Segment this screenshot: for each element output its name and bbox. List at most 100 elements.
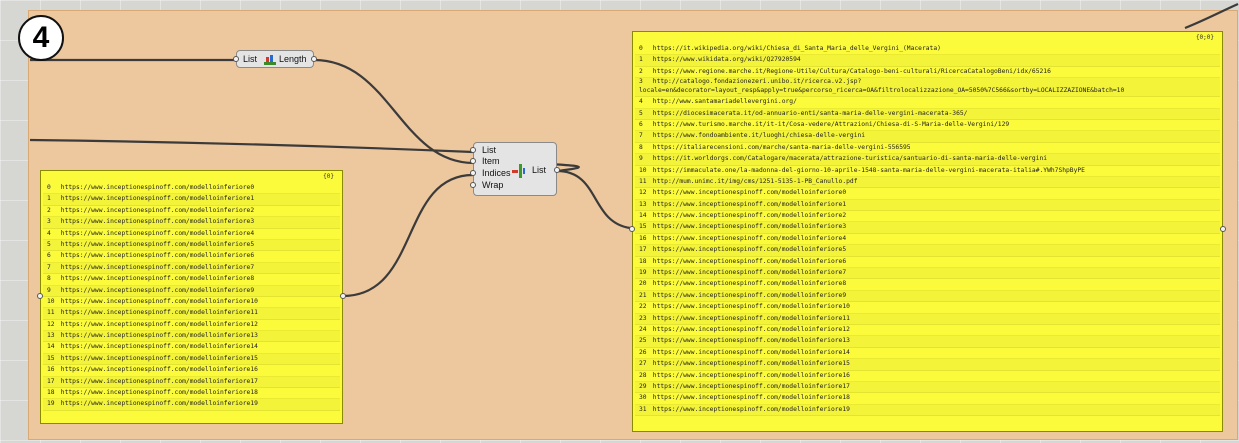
row-text: https://www.inceptionespinoff.com/modell… [652, 394, 850, 402]
row-text: https://www.inceptionespinoff.com/modell… [652, 246, 847, 254]
row-text: https://www.inceptionespinoff.com/modell… [60, 400, 258, 408]
row-text: https://www.inceptionespinoff.com/modell… [60, 184, 255, 191]
panel-row: 14 https://www.inceptionespinoff.com/mod… [635, 211, 1220, 223]
panel-row: 3 http://catalogo.fondazionezeri.unibo.i… [635, 78, 1220, 98]
row-text: https://www.inceptionespinoff.com/modell… [652, 223, 847, 231]
row-index: 16 [47, 366, 55, 374]
row-text: https://www.inceptionespinoff.com/modell… [60, 286, 255, 294]
panel-row: 21 https://www.inceptionespinoff.com/mod… [635, 290, 1220, 303]
list-length-component[interactable]: List Length [233, 50, 317, 68]
row-index: 18 [639, 257, 647, 265]
panel-row: 16 https://www.inceptionespinoff.com/mod… [43, 365, 340, 377]
list-item-output-port[interactable] [554, 167, 560, 173]
row-text: https://www.inceptionespinoff.com/modell… [60, 275, 255, 283]
panel-row: 31 https://www.inceptionespinoff.com/mod… [635, 404, 1220, 417]
row-text: https://www.inceptionespinoff.com/modell… [60, 195, 255, 203]
row-text: https://www.inceptionespinoff.com/modell… [652, 269, 847, 277]
list-item-component[interactable]: List Item Indices Wrap List [470, 142, 560, 196]
row-text: https://www.inceptionespinoff.com/modell… [652, 348, 850, 356]
row-index: 7 [47, 263, 51, 271]
panel-row: 6 https://www.turismo.marche.it/it-it/Co… [635, 120, 1220, 132]
panel-row: 17 https://www.inceptionespinoff.com/mod… [43, 376, 340, 389]
row-index: 15 [639, 223, 647, 231]
row-index: 20 [639, 280, 647, 288]
list-length-output-port[interactable] [311, 56, 317, 62]
panel-row: 0 https://www.inceptionespinoff.com/mode… [43, 183, 340, 195]
panel-row: 8 https://italiarecensioni.com/marche/sa… [635, 143, 1220, 155]
row-text: https://www.inceptionespinoff.com/modell… [60, 252, 255, 260]
wire-listitem-to-panel [556, 169, 631, 230]
list-item-input-indices-port[interactable] [470, 170, 476, 176]
row-text: https://www.inceptionespinoff.com/modell… [652, 200, 847, 208]
left-panel-rows: 0 https://www.inceptionespinoff.com/mode… [43, 183, 340, 411]
row-index: 8 [47, 275, 51, 283]
panel-row: 28 https://www.inceptionespinoff.com/mod… [635, 371, 1220, 382]
row-text: https://www.inceptionespinoff.com/modell… [60, 332, 258, 340]
left-panel-input-port[interactable] [37, 293, 43, 299]
panel-row: 19 https://www.inceptionespinoff.com/mod… [635, 268, 1220, 280]
list-item-input-wrap-label: Wrap [482, 180, 504, 190]
row-index: 6 [639, 120, 643, 128]
panel-row: 6 https://www.inceptionespinoff.com/mode… [43, 251, 340, 263]
row-text: https://www.inceptionespinoff.com/modell… [652, 337, 850, 345]
right-panel-path: {0;0} [1195, 34, 1214, 41]
right-panel-rows: 0 https://it.wikipedia.org/wiki/Chiesa_d… [635, 44, 1220, 417]
row-index: 1 [47, 195, 51, 203]
row-index: 23 [639, 314, 647, 322]
panel-row: 11 https://www.inceptionespinoff.com/mod… [43, 308, 340, 320]
row-index: 24 [639, 325, 647, 333]
right-panel-input-port[interactable] [629, 226, 635, 232]
row-text: http://www.santamariadellevergini.org/ [652, 98, 797, 106]
list-item-input-item-port[interactable] [470, 158, 476, 164]
row-index: 2 [639, 67, 643, 75]
panel-row: 14 https://www.inceptionespinoff.com/mod… [43, 342, 340, 354]
row-text: https://www.inceptionespinoff.com/modell… [60, 206, 255, 214]
panel-row: 5 https://www.inceptionespinoff.com/mode… [43, 239, 340, 252]
row-text: http://mum.unimc.it/img/cms/1251-5135-1-… [652, 177, 858, 185]
left-panel[interactable]: {0} 0 https://www.inceptionespinoff.com/… [40, 170, 343, 424]
row-index: 10 [47, 297, 55, 305]
row-text: https://www.inceptionespinoff.com/modell… [652, 257, 847, 265]
row-text: https://www.inceptionespinoff.com/modell… [60, 377, 258, 385]
left-panel-output-port[interactable] [340, 293, 346, 299]
panel-row: 2 https://www.regione.marche.it/Regione-… [635, 67, 1220, 79]
row-text: https://www.inceptionespinoff.com/modell… [652, 382, 850, 390]
panel-row: 3 https://www.inceptionespinoff.com/mode… [43, 217, 340, 229]
row-index: 11 [47, 309, 55, 317]
wire-left-to-list [29, 138, 474, 154]
row-text: https://www.inceptionespinoff.com/modell… [60, 366, 258, 374]
wire-panel-to-indices [342, 173, 474, 298]
list-item-output-label: List [532, 165, 547, 175]
row-index: 14 [639, 212, 647, 220]
row-text: https://www.wikidata.org/wiki/Q27920594 [652, 56, 801, 64]
row-index: 17 [47, 377, 55, 385]
panel-row: 4 http://www.santamariadellevergini.org/ [635, 97, 1220, 109]
row-text: https://www.inceptionespinoff.com/modell… [60, 297, 258, 305]
panel-row: 7 https://www.fondoambiente.it/luoghi/ch… [635, 131, 1220, 143]
row-index: 0 [47, 184, 51, 191]
row-index: 6 [47, 252, 51, 260]
row-index: 17 [639, 246, 647, 254]
right-panel-output-port[interactable] [1220, 226, 1226, 232]
row-index: 4 [639, 98, 643, 106]
list-length-input-port[interactable] [233, 56, 239, 62]
panel-row: 13 https://www.inceptionespinoff.com/mod… [635, 199, 1220, 212]
left-panel-path: {0} [323, 173, 334, 180]
panel-row: 29 https://www.inceptionespinoff.com/mod… [635, 381, 1220, 394]
list-item-input-wrap-port[interactable] [470, 182, 476, 188]
row-index: 27 [639, 360, 647, 368]
row-index: 5 [47, 240, 51, 248]
row-index: 7 [639, 132, 643, 140]
row-text: https://www.inceptionespinoff.com/modell… [652, 325, 850, 333]
wire-top-right [1184, 2, 1239, 30]
list-item-input-list-port[interactable] [470, 147, 476, 153]
right-panel[interactable]: {0;0} 0 https://it.wikipedia.org/wiki/Ch… [632, 31, 1223, 432]
row-text: https://www.inceptionespinoff.com/modell… [652, 234, 847, 242]
row-index: 18 [47, 389, 55, 397]
panel-row: 9 https://www.inceptionespinoff.com/mode… [43, 285, 340, 297]
panel-row: 4 https://www.inceptionespinoff.com/mode… [43, 229, 340, 240]
row-text: https://immaculate.one/la-madonna-del-gi… [652, 166, 1085, 174]
row-index: 14 [47, 343, 55, 351]
row-index: 0 [639, 45, 643, 52]
row-text: https://www.turismo.marche.it/it-it/Cosa… [652, 120, 1010, 128]
